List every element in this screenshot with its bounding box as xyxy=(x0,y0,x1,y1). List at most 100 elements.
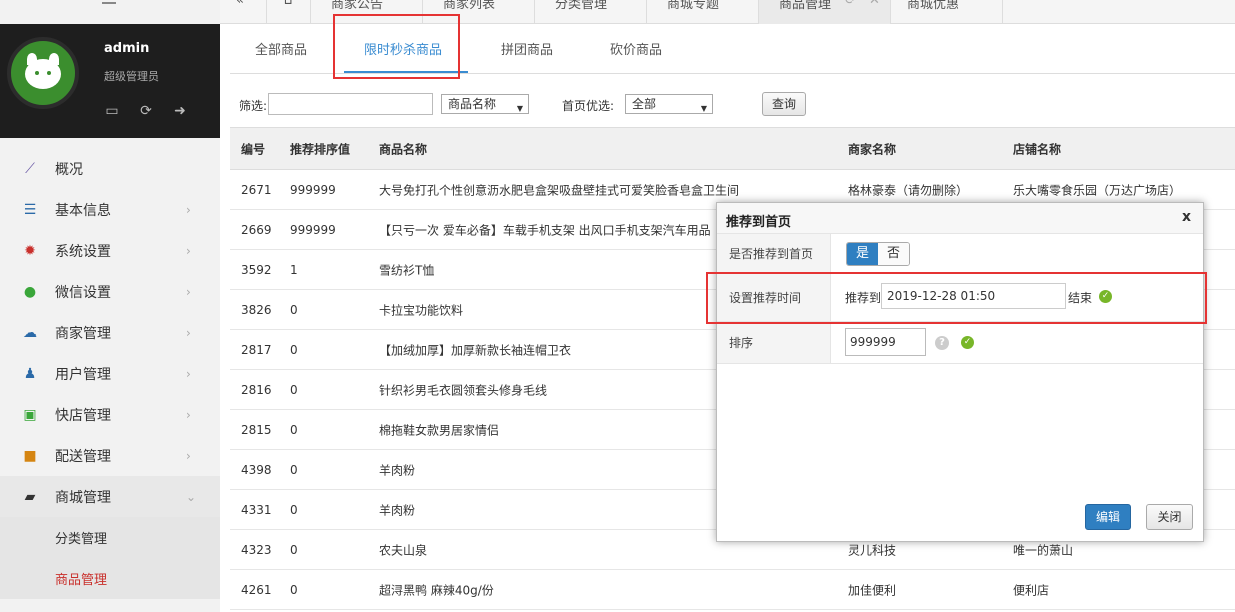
table-cell: 【只亏一次 爱车必备】车载手机支架 出风口手机支架汽车用品 xyxy=(379,223,711,237)
tab-category[interactable]: 分类管理 xyxy=(535,0,647,24)
table-cell: 棉拖鞋女款男居家情侣 xyxy=(379,423,500,437)
caret-down-icon: ▼ xyxy=(700,104,707,113)
recommend-toggle[interactable]: 是 否 xyxy=(846,242,910,266)
subtab-all[interactable]: 全部商品 xyxy=(255,39,307,58)
table-cell: 灵儿科技 xyxy=(848,543,897,557)
sidebar: admin 超级管理员 ▭ ⟳ ➜ ⟋ 概况 ☰ 基本信息 › ✹ 系统设置 ›… xyxy=(0,0,220,612)
sidebar-item-delivery[interactable]: ■ 配送管理 › xyxy=(0,435,220,476)
table-cell: 雪纺衫T恤 xyxy=(379,263,435,277)
table-cell: 针织衫男毛衣圆领套头修身毛线 xyxy=(379,383,548,397)
toggle-no[interactable]: 否 xyxy=(878,243,909,265)
table-cell: 4323 xyxy=(241,542,272,557)
caret-down-icon: ▼ xyxy=(516,104,523,113)
tab-back-button[interactable]: « xyxy=(220,0,267,24)
sidebar-item-users[interactable]: ♟ 用户管理 › xyxy=(0,353,220,394)
sidebar-top xyxy=(0,0,220,24)
sidebar-item-mall[interactable]: ▰ 商城管理 ⌄ xyxy=(0,476,220,517)
table-cell: 999999 xyxy=(290,222,336,237)
cloud-icon: ☁ xyxy=(23,324,37,341)
chart-line-icon: ⟋ xyxy=(25,160,35,177)
profile-role: 超级管理员 xyxy=(104,70,159,83)
sidebar-item-overview[interactable]: ⟋ 概况 xyxy=(0,148,220,189)
table-header: 编号 推荐排序值 商品名称 商家名称 店铺名称 xyxy=(230,127,1235,170)
sort-input[interactable]: 999999 xyxy=(845,328,926,356)
recommend-toggle-row: 是否推荐到首页 是 否 xyxy=(717,234,1203,274)
tab-home-button[interactable]: ⌂ xyxy=(267,0,311,24)
table-cell: 999999 xyxy=(290,182,336,197)
recommend-modal: 推荐到首页 x 是否推荐到首页 是 否 设置推荐时间 推荐到 2019-12-2… xyxy=(716,202,1204,542)
chevron-right-icon: › xyxy=(186,243,191,258)
table-cell: 格林豪泰（请勿删除） xyxy=(848,183,969,197)
chevron-right-icon: › xyxy=(186,366,191,381)
logout-icon[interactable]: ➜ xyxy=(172,104,188,118)
refresh-icon: ⟳ xyxy=(845,0,856,8)
modal-title: 推荐到首页 xyxy=(726,215,792,230)
sidebar-submenu: 分类管理 商品管理 xyxy=(0,517,220,599)
filter-label: 筛选: xyxy=(239,99,268,113)
table-cell: 0 xyxy=(290,382,298,397)
sidebar-subitem-category[interactable]: 分类管理 xyxy=(0,517,220,558)
list-icon: ☰ xyxy=(23,201,37,218)
refresh-icon[interactable]: ⟳ xyxy=(138,104,154,118)
query-button[interactable]: 查询 xyxy=(762,92,806,116)
table-cell: 3592 xyxy=(241,262,272,277)
table-cell: 0 xyxy=(290,582,298,597)
subtab-group-buy[interactable]: 拼团商品 xyxy=(501,39,553,58)
table-cell: 0 xyxy=(290,502,298,517)
table-cell: 卡拉宝功能饮料 xyxy=(379,303,464,317)
sidebar-item-merchant[interactable]: ☁ 商家管理 › xyxy=(0,312,220,353)
sidebar-item-basic-info[interactable]: ☰ 基本信息 › xyxy=(0,189,220,230)
profile-name: admin xyxy=(104,41,150,56)
chevron-right-icon: › xyxy=(186,407,191,422)
basket-icon: ▣ xyxy=(23,406,37,423)
table-cell: 0 xyxy=(290,422,298,437)
tab-mall-discount[interactable]: 商城优惠 xyxy=(891,0,1003,24)
avatar xyxy=(7,37,79,109)
help-icon[interactable]: ? xyxy=(935,336,949,350)
home-icon: ⌂ xyxy=(284,0,293,8)
chevron-right-icon: › xyxy=(186,325,191,340)
gear-icon: ✹ xyxy=(24,242,36,259)
sidebar-item-system-settings[interactable]: ✹ 系统设置 › xyxy=(0,230,220,271)
field-select[interactable]: 商品名称 ▼ xyxy=(441,94,529,114)
highlight-box xyxy=(333,14,460,79)
close-button[interactable]: 关闭 xyxy=(1146,504,1193,530)
table-cell: 4331 xyxy=(241,502,272,517)
shopping-bag-icon: ▰ xyxy=(24,488,36,505)
filter-input[interactable] xyxy=(268,93,433,115)
edit-button[interactable]: 编辑 xyxy=(1085,504,1131,530)
home-filter-label: 首页优选: xyxy=(562,99,615,113)
home-select[interactable]: 全部 ▼ xyxy=(625,94,713,114)
table-row[interactable]: 4261 0 超浔黑鸭 麻辣40g/份 加佳便利 便利店 xyxy=(230,570,1235,610)
wechat-icon: ● xyxy=(23,283,37,300)
table-cell: 乐大嘴零食乐园（万达广场店） xyxy=(1013,183,1182,197)
table-cell: 羊肉粉 xyxy=(379,463,416,477)
table-cell: 0 xyxy=(290,462,298,477)
close-icon: ✕ xyxy=(869,0,880,8)
table-cell: 2816 xyxy=(241,382,272,397)
table-cell: 大号免打孔个性创意沥水肥皂盒架吸盘壁挂式可爱笑脸香皂盒卫生间 xyxy=(379,183,740,197)
check-icon: ✓ xyxy=(961,336,974,349)
sidebar-item-quick-shop[interactable]: ▣ 快店管理 › xyxy=(0,394,220,435)
tab-mall-topic[interactable]: 商城专题 xyxy=(647,0,759,24)
table-cell: 加佳便利 xyxy=(848,583,897,597)
sidebar-item-wechat-settings[interactable]: ● 微信设置 › xyxy=(0,271,220,312)
table-cell: 2817 xyxy=(241,342,272,357)
sidebar-subitem-product[interactable]: 商品管理 xyxy=(0,558,220,599)
sort-row: 排序 999999 ? ✓ xyxy=(717,322,1203,364)
chevron-down-icon: ⌄ xyxy=(186,489,197,504)
user-icon: ♟ xyxy=(23,365,37,382)
table-cell: 3826 xyxy=(241,302,272,317)
table-cell: 2671 xyxy=(241,182,272,197)
chevron-right-icon: › xyxy=(186,284,191,299)
tab-product[interactable]: 商品管理 ⟳ ✕ xyxy=(759,0,891,24)
subtab-bargain[interactable]: 砍价商品 xyxy=(610,39,662,58)
truck-icon: ■ xyxy=(23,447,37,464)
table-cell: 4398 xyxy=(241,462,272,477)
menu-toggle-icon[interactable] xyxy=(102,0,116,4)
close-icon[interactable]: x xyxy=(1182,209,1191,225)
sidebar-nav: ⟋ 概况 ☰ 基本信息 › ✹ 系统设置 › ● 微信设置 › ☁ 商家管理 ›… xyxy=(0,148,220,599)
toggle-yes[interactable]: 是 xyxy=(847,243,878,265)
table-cell: 农夫山泉 xyxy=(379,543,428,557)
monitor-icon[interactable]: ▭ xyxy=(104,104,120,118)
